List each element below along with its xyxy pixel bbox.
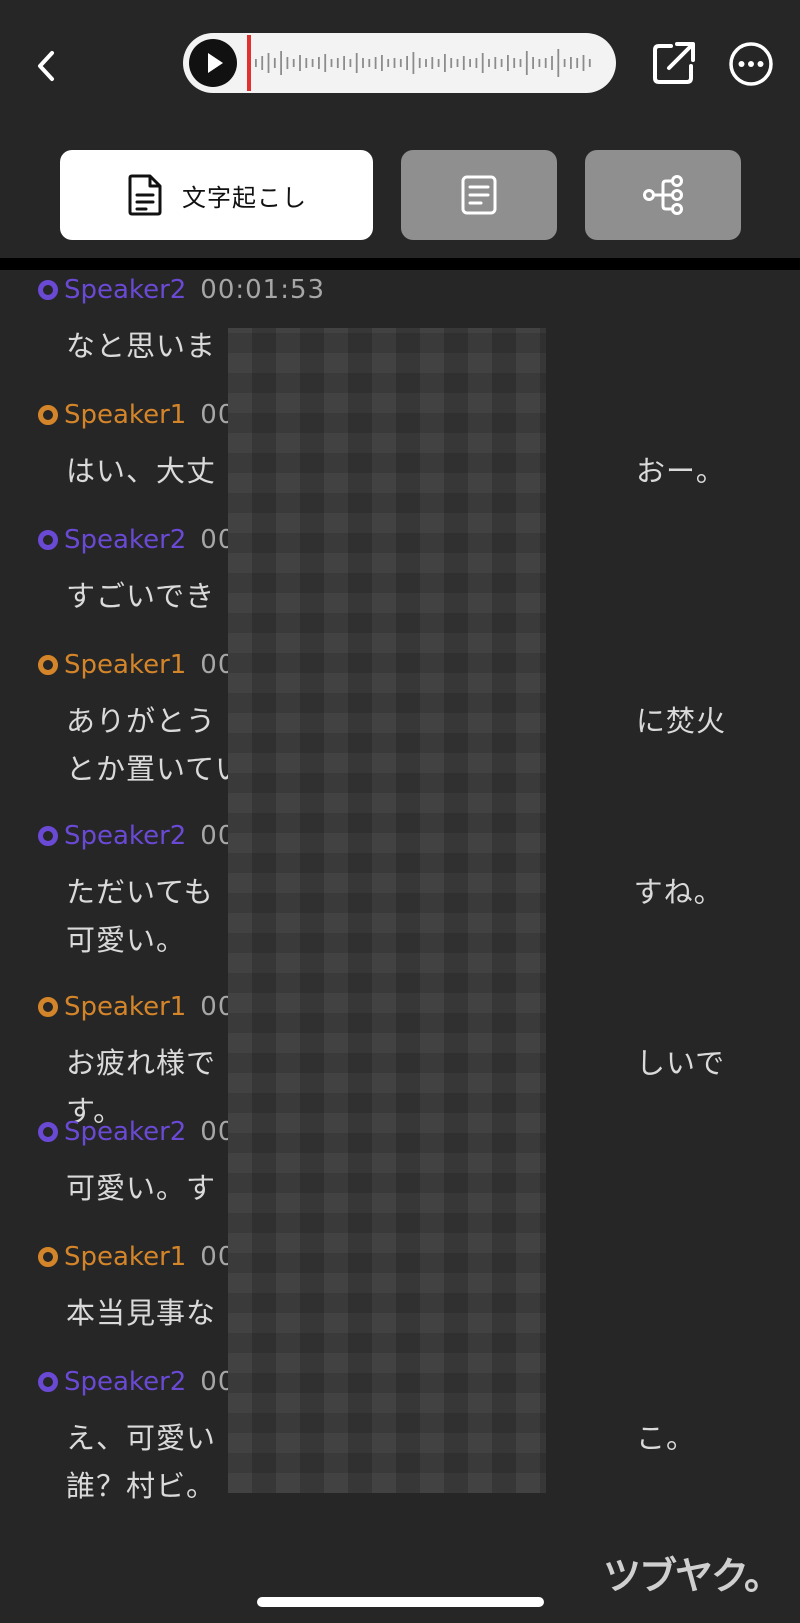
speaker-dot-icon xyxy=(38,997,58,1017)
waveform-bar xyxy=(305,58,308,68)
waveform-bar xyxy=(444,54,446,72)
tab-transcript[interactable]: 文字起こし xyxy=(60,150,373,240)
waveform-bar xyxy=(469,59,471,67)
speaker-dot-icon xyxy=(38,280,58,300)
speaker-dot-icon xyxy=(38,405,58,425)
tab-transcript-label: 文字起こし xyxy=(182,183,307,212)
waveform-bar xyxy=(500,59,503,67)
timestamp: 00:01:53 xyxy=(200,275,326,305)
waveform-bar xyxy=(406,56,408,70)
home-indicator xyxy=(257,1597,544,1607)
waveform-bar xyxy=(513,58,516,68)
speaker-name: Speaker2 xyxy=(64,821,187,851)
more-button[interactable] xyxy=(727,40,775,88)
waveform-bar xyxy=(355,53,358,73)
waveform-bar xyxy=(488,59,490,67)
summary-icon xyxy=(461,175,497,215)
waveform-bar xyxy=(280,51,282,75)
speaker-dot-icon xyxy=(38,1372,58,1392)
speaker-dot-icon xyxy=(38,1122,58,1142)
waveform-bar xyxy=(532,57,534,69)
waveform-bar xyxy=(381,55,383,71)
play-icon xyxy=(208,53,223,73)
waveform-bar xyxy=(481,53,484,73)
speaker-name: Speaker1 xyxy=(64,650,187,680)
divider xyxy=(0,258,800,270)
waveform-bar xyxy=(273,58,276,68)
waveform[interactable] xyxy=(247,33,597,93)
waveform-bar xyxy=(544,58,547,68)
waveform-bar xyxy=(475,58,478,68)
waveform-bar xyxy=(450,58,453,68)
waveform-bar xyxy=(425,59,427,67)
speaker-name: Speaker2 xyxy=(64,1117,187,1147)
waveform-bar xyxy=(437,59,440,67)
waveform-bar xyxy=(387,59,390,67)
speaker-dot-icon xyxy=(38,1247,58,1267)
waveform-bar xyxy=(374,57,377,69)
waveform-bar xyxy=(286,57,289,69)
waveform-bar xyxy=(525,51,528,75)
speaker-name: Speaker2 xyxy=(64,525,187,555)
speaker-row: Speaker2 00:01:53 xyxy=(0,272,800,308)
mind-map-icon xyxy=(643,175,683,215)
waveform-bar xyxy=(570,57,572,69)
tab-summary[interactable] xyxy=(401,150,557,240)
waveform-bar xyxy=(330,59,333,67)
tab-mind-map[interactable] xyxy=(585,150,741,240)
audio-player[interactable] xyxy=(183,33,616,93)
waveform-bar xyxy=(576,58,579,68)
speaker-dot-icon xyxy=(38,655,58,675)
share-icon xyxy=(653,42,695,84)
waveform-bar xyxy=(519,59,522,67)
waveform-bar xyxy=(255,59,257,67)
waveform-bar xyxy=(368,59,371,67)
watermark-logo: ツブヤク。 xyxy=(603,1554,782,1598)
waveform-bar xyxy=(393,58,396,68)
redaction-mosaic xyxy=(228,328,546,1493)
waveform-bar xyxy=(507,55,509,71)
waveform-bar xyxy=(456,59,459,67)
waveform-bar xyxy=(267,53,270,73)
waveform-bar xyxy=(418,58,421,68)
waveform-bar xyxy=(362,58,364,68)
waveform-bar xyxy=(399,59,402,67)
view-tabs: 文字起こし xyxy=(0,150,800,242)
speaker-name: Speaker1 xyxy=(64,400,187,430)
share-button[interactable] xyxy=(651,40,697,86)
speaker-name: Speaker2 xyxy=(64,1367,187,1397)
waveform-bar xyxy=(292,59,295,67)
waveform-bar xyxy=(538,59,541,67)
waveform-bar xyxy=(557,49,560,77)
waveform-bar xyxy=(582,55,585,71)
top-bar xyxy=(0,0,800,130)
chevron-left-icon xyxy=(38,51,54,81)
waveform-bar xyxy=(412,52,415,74)
speaker-name: Speaker1 xyxy=(64,1242,187,1272)
waveform-bar xyxy=(563,59,566,67)
waveform-bar xyxy=(324,54,327,72)
waveform-bar xyxy=(494,57,497,69)
document-icon xyxy=(128,174,162,216)
waveform-bar xyxy=(349,59,352,67)
waveform-bar xyxy=(336,58,339,68)
playhead[interactable] xyxy=(247,35,251,91)
play-button[interactable] xyxy=(189,39,237,87)
waveform-bar xyxy=(261,56,264,70)
speaker-dot-icon xyxy=(38,826,58,846)
waveform-bar xyxy=(588,59,591,67)
waveform-bar xyxy=(343,56,345,70)
waveform-bar xyxy=(311,59,314,67)
back-button[interactable] xyxy=(30,40,66,92)
waveform-bar xyxy=(462,56,465,70)
waveform-bar xyxy=(318,57,320,69)
waveform-bar xyxy=(551,56,553,70)
more-horizontal-icon xyxy=(729,42,773,86)
waveform-bar xyxy=(431,57,434,69)
speaker-name: Speaker2 xyxy=(64,275,187,305)
waveform-bar xyxy=(299,55,301,71)
speaker-name: Speaker1 xyxy=(64,992,187,1022)
speaker-dot-icon xyxy=(38,530,58,550)
